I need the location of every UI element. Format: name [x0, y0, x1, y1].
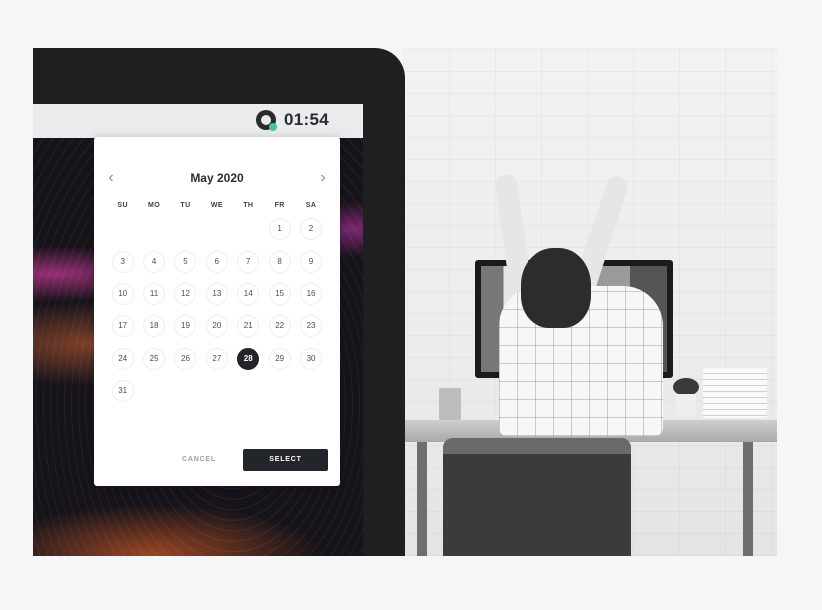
empty-day-cell — [143, 218, 165, 240]
calendar-grid: SU MO TU WE TH FR SA 1 2 3 4 5 6 7 8 9 10 11 12 13 14 15 16 17… — [107, 199, 327, 407]
hero-scene: 01:54 ‹ May 2020 › SU MO TU WE TH FR SA 123456… — [33, 48, 777, 556]
day-cell[interactable]: 7 — [237, 250, 260, 273]
day-cell[interactable]: 10 — [111, 282, 134, 305]
tablet-device: 01:54 ‹ May 2020 › SU MO TU WE TH FR SA 123456… — [33, 48, 405, 556]
day-cell[interactable]: 3 — [111, 250, 134, 273]
day-cell[interactable]: 25 — [143, 347, 166, 370]
weekday-header: SU MO TU WE TH FR SA — [107, 199, 327, 213]
weekday-label: FR — [274, 202, 285, 209]
calendar-week: 24 25 26 27 28 29 30 — [107, 343, 327, 375]
calendar-week: 12 — [107, 213, 327, 245]
day-cell[interactable]: 13 — [205, 282, 228, 305]
office-chair — [443, 438, 631, 556]
day-cell[interactable]: 16 — [300, 282, 323, 305]
day-cell[interactable]: 6 — [205, 250, 228, 273]
day-cell[interactable]: 29 — [268, 347, 291, 370]
desk-leg — [743, 442, 753, 556]
pencil-cup — [439, 388, 461, 420]
day-cell[interactable]: 8 — [268, 250, 291, 273]
office-photo — [403, 48, 777, 556]
day-cell[interactable]: 2 — [300, 218, 323, 241]
day-cell[interactable]: 23 — [300, 315, 323, 338]
calendar-week: 31 — [107, 375, 327, 407]
day-cell[interactable]: 31 — [111, 380, 134, 403]
empty-day-cell — [269, 380, 291, 402]
day-cell[interactable]: 14 — [237, 282, 260, 305]
empty-day-cell — [237, 380, 259, 402]
empty-day-cell — [237, 218, 259, 240]
weekday-label: WE — [210, 202, 223, 209]
date-picker: ‹ May 2020 › SU MO TU WE TH FR SA 1 2 3 4 5 6 7 8 9 10 1… — [94, 137, 340, 486]
weekday-label: MO — [148, 202, 161, 209]
empty-day-cell — [206, 218, 228, 240]
weekday-label: TH — [243, 202, 254, 209]
empty-day-cell — [300, 380, 322, 402]
book-stack — [703, 368, 767, 418]
calendar-week: 3456789 — [107, 245, 327, 277]
desk-leg — [417, 442, 427, 556]
cancel-button[interactable]: CANCEL — [182, 456, 216, 463]
timer-time: 01:54 — [284, 110, 329, 129]
chevron-right-icon[interactable]: › — [314, 169, 332, 187]
day-cell[interactable]: 21 — [237, 315, 260, 338]
empty-day-cell — [174, 380, 196, 402]
potted-plant — [673, 378, 699, 416]
month-header: ‹ May 2020 › — [94, 169, 340, 187]
select-button[interactable]: SELECT — [243, 449, 328, 471]
chair-backrest — [443, 438, 631, 454]
day-cell[interactable]: 4 — [143, 250, 166, 273]
day-cell[interactable]: 20 — [205, 315, 228, 338]
day-cell[interactable]: 5 — [174, 250, 197, 273]
empty-day-cell — [174, 218, 196, 240]
day-cell[interactable]: 17 — [111, 315, 134, 338]
empty-day-cell — [143, 380, 165, 402]
weekday-label: TU — [180, 202, 191, 209]
day-cell[interactable]: 1 — [268, 218, 291, 241]
calendar-week: 17 18 19 20 21 22 23 — [107, 310, 327, 342]
plant-pot — [676, 394, 696, 416]
weekday-label: SA — [305, 202, 317, 209]
day-cell[interactable]: 11 — [143, 282, 166, 305]
calendar-week: 10 11 12 13 14 15 16 — [107, 278, 327, 310]
day-cell[interactable]: 15 — [268, 282, 291, 305]
selected-day-cell[interactable]: 28 — [237, 347, 260, 370]
day-cell[interactable]: 24 — [111, 347, 134, 370]
day-cell[interactable]: 9 — [300, 250, 323, 273]
day-cell[interactable]: 30 — [300, 347, 323, 370]
month-title: May 2020 — [190, 171, 244, 185]
day-cell[interactable]: 26 — [174, 347, 197, 370]
empty-day-cell — [206, 380, 228, 402]
day-cell[interactable]: 12 — [174, 282, 197, 305]
day-cell[interactable]: 22 — [268, 315, 291, 338]
day-cell[interactable]: 18 — [143, 315, 166, 338]
person-head — [521, 248, 591, 328]
day-cell[interactable]: 19 — [174, 315, 197, 338]
timer: 01:54 — [256, 110, 329, 131]
timer-icon — [256, 110, 278, 131]
empty-day-cell — [112, 218, 134, 240]
weekday-label: SU — [117, 202, 128, 209]
day-cell[interactable]: 27 — [205, 347, 228, 370]
app-top-bar: 01:54 — [33, 104, 363, 138]
